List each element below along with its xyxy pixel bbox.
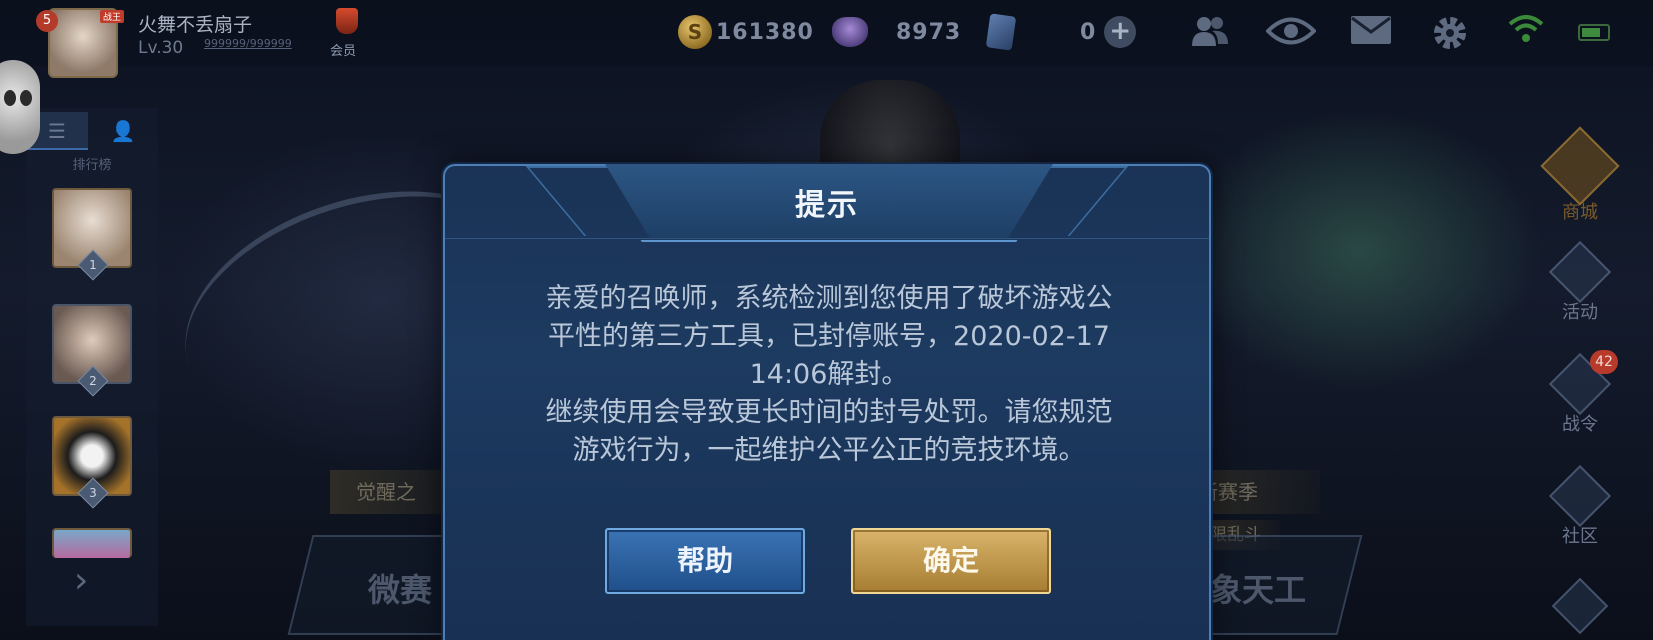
mail-icon[interactable]: [1350, 14, 1391, 50]
leaderboard-title: 排行榜: [72, 158, 112, 173]
coin-value: 161380: [716, 19, 814, 45]
vip-icon[interactable]: [336, 8, 358, 34]
avatar-tag: 战王: [100, 10, 125, 23]
nav-battle-pass[interactable]: 42 战令: [1540, 350, 1620, 436]
voucher-icon: [985, 13, 1017, 51]
top-bar: 5 战王 火舞不丢扇子 Lv.30 999999/999999 会员 S 161…: [0, 0, 1653, 78]
nav-shop[interactable]: 商城: [1540, 126, 1620, 224]
dialog-title: 提示: [795, 188, 859, 223]
wifi-icon: [1506, 14, 1546, 50]
nav-events[interactable]: 活动: [1540, 240, 1620, 324]
dialog-message: 亲爱的召唤师，系统检测到您使用了破坏游戏公 平性的第三方工具，已封停账号，202…: [545, 283, 1113, 466]
rank-number-badge: 3: [77, 477, 109, 509]
dialog-divider: [445, 238, 1209, 239]
panda-avatar-icon[interactable]: [0, 60, 40, 154]
settings-icon[interactable]: [1430, 14, 1470, 50]
voucher-counter[interactable]: 0 +: [985, 13, 1137, 51]
rank-entry-2[interactable]: 2: [52, 304, 132, 397]
nav-trophy[interactable]: [1540, 577, 1620, 635]
community-icon: [1548, 464, 1612, 528]
leaderboard-panel: ☰ 👤 排行榜 1 2 3 ›: [26, 108, 158, 626]
player-name: 火舞不丢扇子: [138, 14, 253, 36]
voucher-value: 0: [1080, 19, 1097, 45]
rank-entry-4[interactable]: [52, 528, 132, 558]
rank-entry-1[interactable]: 1: [52, 188, 132, 281]
rank-entry-3[interactable]: 3: [52, 416, 132, 509]
rank-number: 1: [89, 258, 97, 272]
spectate-icon[interactable]: [1265, 14, 1317, 50]
rank-number-badge: 1: [77, 249, 109, 281]
coin-icon: S: [678, 15, 712, 49]
trophy-icon: [1551, 577, 1609, 635]
player-exp: 999999/999999: [204, 37, 292, 50]
gem-value: 8973: [896, 19, 962, 45]
mode-card-left-title: 微赛: [368, 571, 433, 609]
events-icon: [1548, 240, 1612, 304]
person-icon: 👤: [110, 119, 136, 143]
tab-friends[interactable]: 👤: [92, 112, 154, 150]
friends-icon[interactable]: [1190, 14, 1230, 50]
panda-eye: [4, 90, 16, 106]
mode-banner-left-label: 觉醒之: [356, 480, 416, 504]
rank-badge: 5: [36, 10, 58, 32]
expand-arrow-icon[interactable]: ›: [74, 560, 88, 601]
help-button[interactable]: 帮助: [605, 528, 805, 594]
rank-number: 3: [89, 486, 97, 500]
ban-notice-dialog: 提示 亲爱的召唤师，系统检测到您使用了破坏游戏公 平性的第三方工具，已封停账号，…: [443, 164, 1211, 640]
player-level: Lv.30: [138, 38, 184, 58]
coin-counter[interactable]: S 161380: [678, 14, 814, 50]
mode-card-right-title: 象天工: [1210, 571, 1307, 609]
battery-icon: [1578, 24, 1610, 41]
rank-number-badge: 2: [77, 365, 109, 397]
shop-icon: [1540, 126, 1620, 206]
rank-number: 2: [89, 374, 97, 388]
recharge-plus-button[interactable]: +: [1104, 16, 1137, 48]
confirm-button[interactable]: 确定: [851, 528, 1051, 594]
battle-pass-badge: 42: [1590, 350, 1618, 374]
gem-icon: [832, 17, 868, 47]
vip-label: 会员: [330, 44, 357, 59]
gem-counter[interactable]: 8973: [832, 14, 961, 50]
panda-eye: [20, 90, 32, 106]
nav-community[interactable]: 社区: [1540, 464, 1620, 548]
leaderboard-icon: ☰: [48, 119, 66, 143]
